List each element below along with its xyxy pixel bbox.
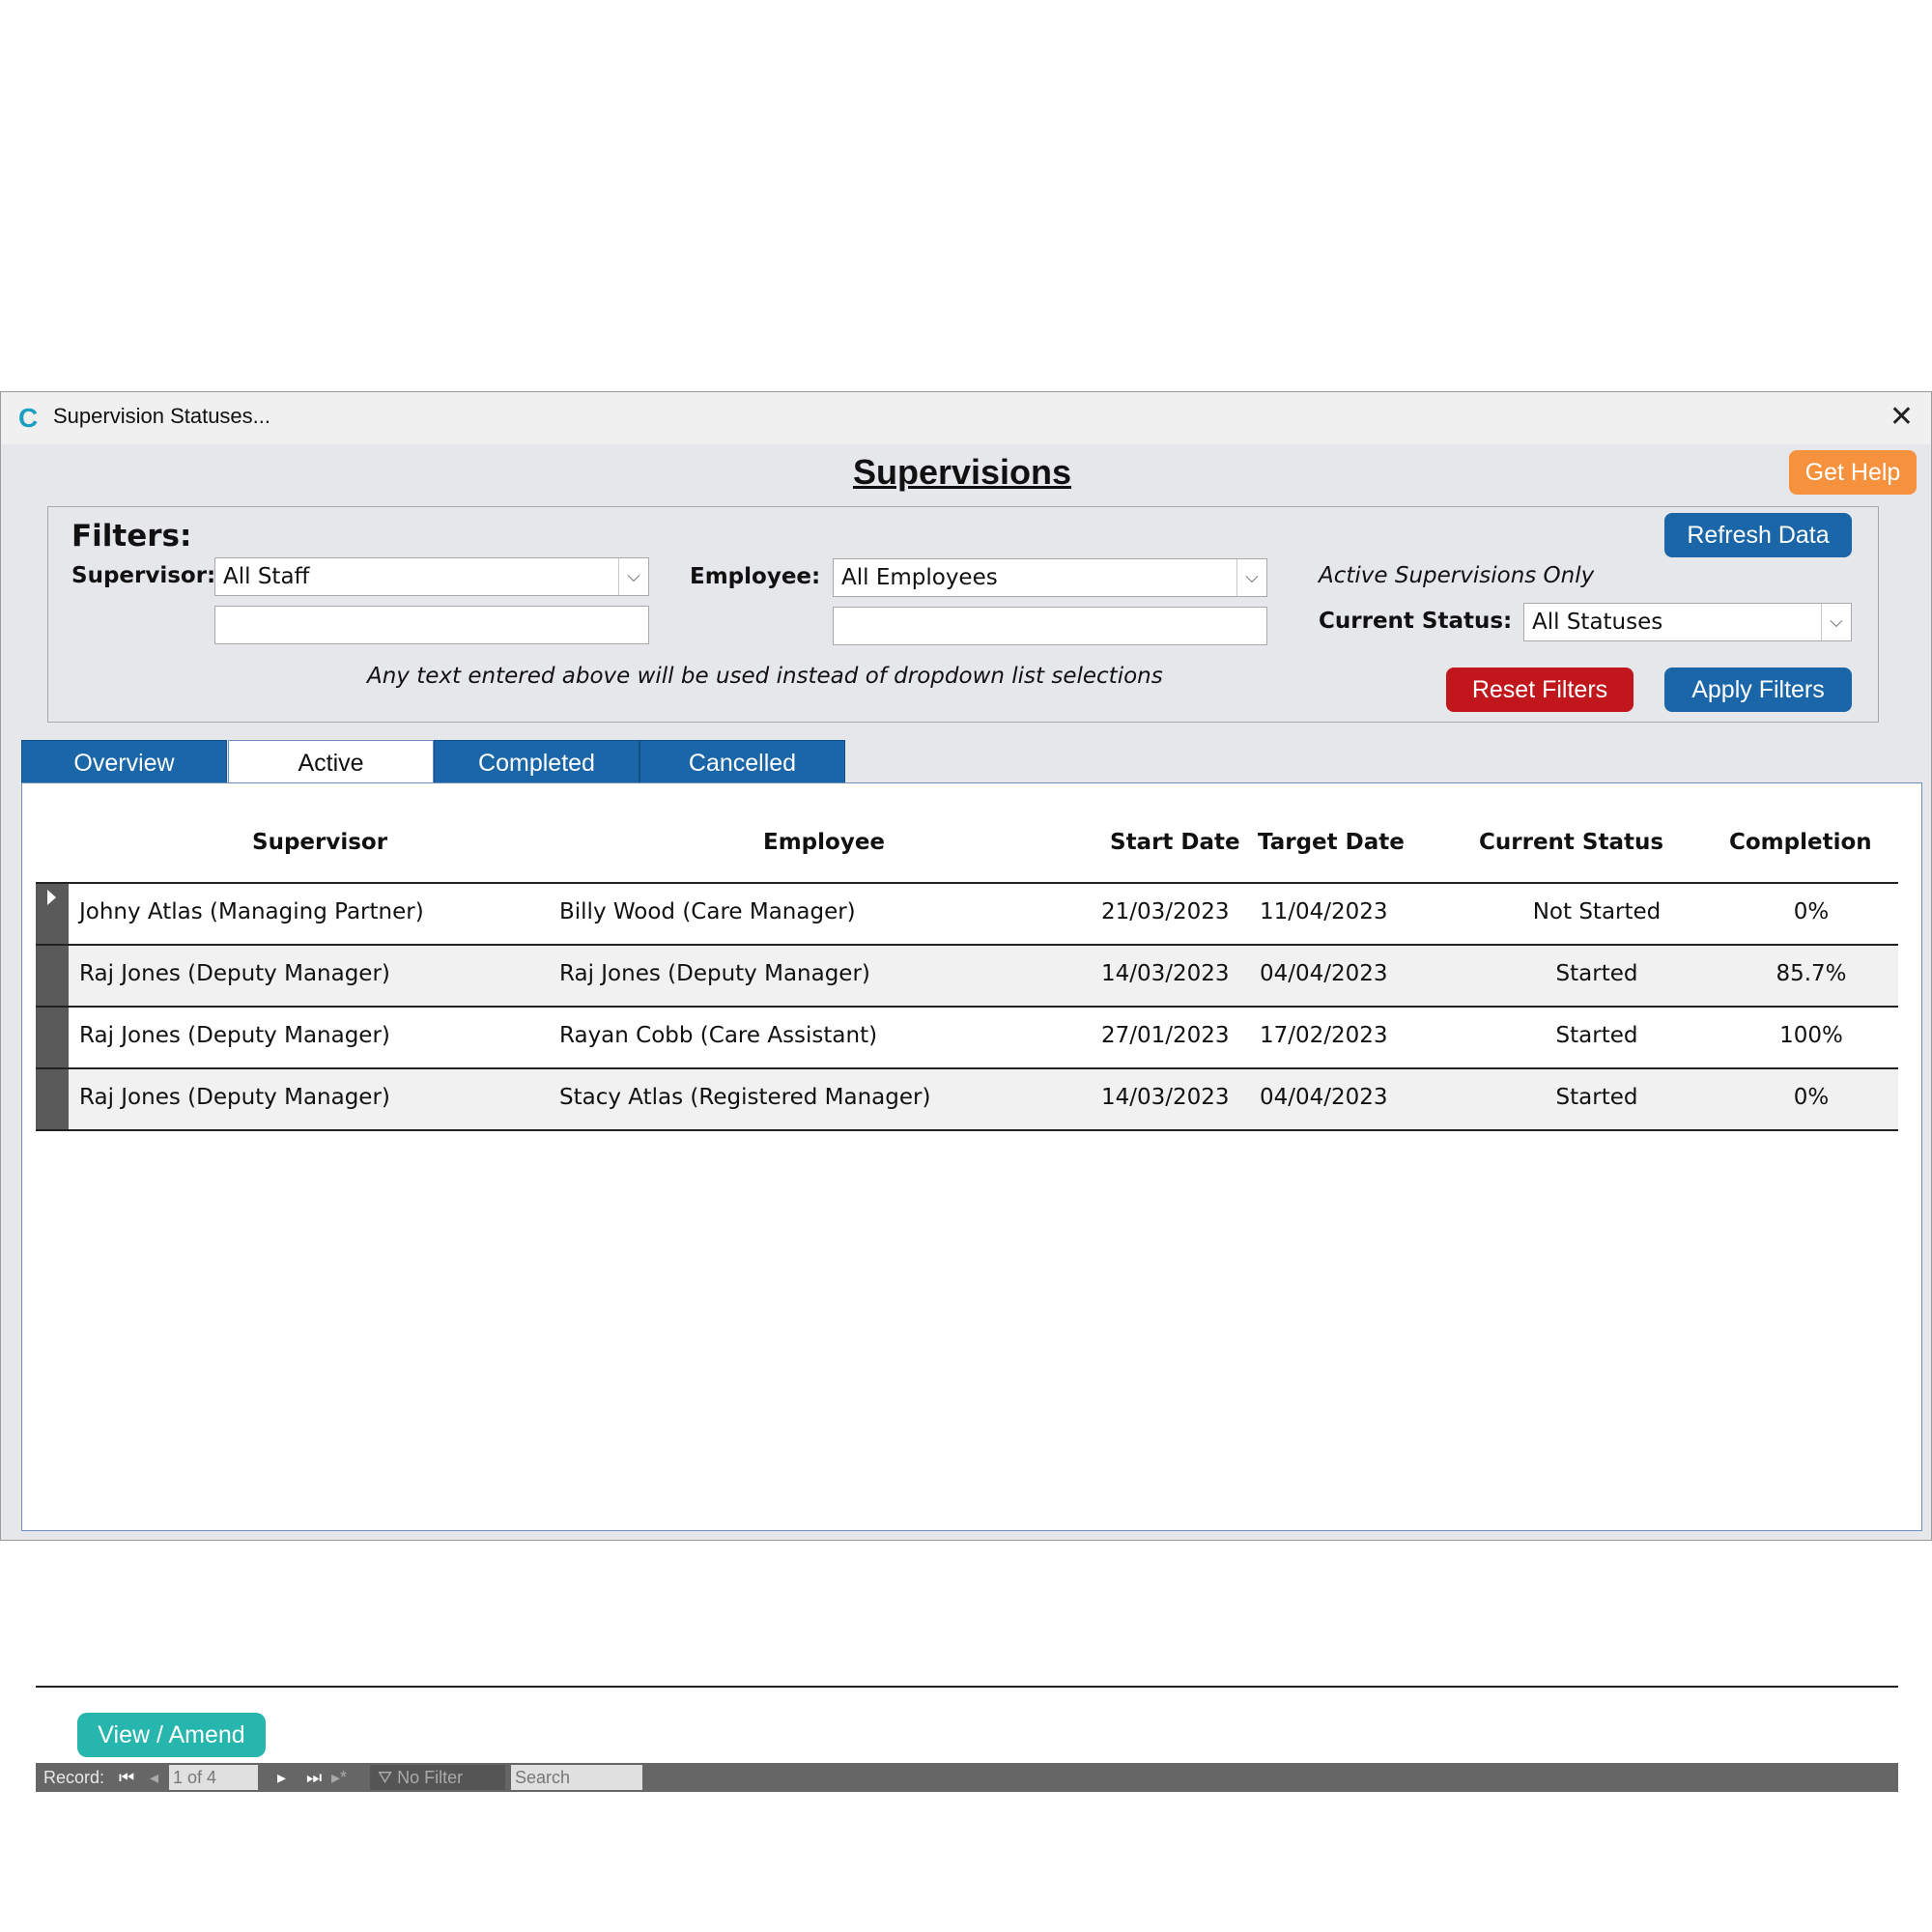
cell-completion: 85.7% — [1776, 961, 1847, 986]
record-navigation-bar: Record: ⏮ ◂ 1 of 4 ▸ ⏭ ▸* ⛛ No Filter Se… — [36, 1763, 1898, 1792]
column-header-employee: Employee — [763, 830, 886, 855]
employee-dropdown[interactable]: All Employees ⌵ — [833, 558, 1267, 597]
cell-employee: Rayan Cobb (Care Assistant) — [559, 1023, 878, 1048]
cell-completion: 100% — [1779, 1023, 1843, 1048]
table-row[interactable]: Raj Jones (Deputy Manager) Rayan Cobb (C… — [36, 1006, 1898, 1067]
cell-start-date: 14/03/2023 — [1101, 1085, 1230, 1110]
filters-panel: Filters: Refresh Data Supervisor: All St… — [47, 506, 1879, 723]
employee-selected: All Employees — [841, 565, 998, 590]
table-row[interactable]: Raj Jones (Deputy Manager) Raj Jones (De… — [36, 944, 1898, 1006]
cell-current-status: Not Started — [1532, 899, 1662, 924]
last-record-icon[interactable]: ⏭ — [306, 1763, 322, 1792]
cell-current-status: Started — [1555, 1085, 1638, 1110]
filter-hint: Any text entered above will be used inst… — [367, 664, 1163, 689]
tab-overview[interactable]: Overview — [21, 740, 227, 784]
cell-current-status: Started — [1555, 1023, 1638, 1048]
cell-start-date: 27/01/2023 — [1101, 1023, 1230, 1048]
record-selector[interactable] — [36, 946, 69, 1006]
chevron-down-icon[interactable]: ⌵ — [618, 558, 648, 595]
cell-employee: Raj Jones (Deputy Manager) — [559, 961, 870, 986]
close-icon[interactable]: ✕ — [1889, 400, 1914, 434]
app-logo-icon: C — [18, 403, 39, 433]
active-supervisions-only-label: Active Supervisions Only — [1319, 563, 1595, 588]
tab-active[interactable]: Active — [228, 740, 434, 786]
filters-heading: Filters: — [71, 519, 192, 554]
record-selector[interactable] — [36, 1008, 69, 1067]
supervisor-selected: All Staff — [223, 564, 310, 589]
column-header-completion: Completion — [1729, 830, 1872, 855]
previous-record-icon[interactable]: ◂ — [150, 1763, 158, 1792]
new-record-icon[interactable]: ▸* — [331, 1763, 347, 1792]
table-row[interactable]: Raj Jones (Deputy Manager) Stacy Atlas (… — [36, 1067, 1898, 1131]
table-row[interactable]: Johny Atlas (Managing Partner) Billy Woo… — [36, 882, 1898, 944]
status-selected: All Statuses — [1532, 610, 1663, 635]
chevron-down-icon[interactable]: ⌵ — [1821, 604, 1851, 640]
current-status-label: Current Status: — [1319, 609, 1513, 634]
view-amend-button[interactable]: View / Amend — [77, 1713, 266, 1757]
footer-divider — [36, 1686, 1898, 1688]
supervisor-text-input[interactable] — [214, 606, 649, 644]
employee-text-input[interactable] — [833, 607, 1267, 645]
cell-target-date: 04/04/2023 — [1260, 961, 1388, 986]
search-input[interactable]: Search — [511, 1765, 642, 1790]
active-supervisions-panel: Supervisor Employee Start Date Target Da… — [21, 782, 1922, 1792]
filter-icon: ⛛ — [378, 1768, 398, 1787]
cell-target-date: 11/04/2023 — [1260, 899, 1388, 924]
record-selector[interactable] — [36, 1069, 69, 1129]
apply-filters-button[interactable]: Apply Filters — [1664, 668, 1852, 712]
record-position[interactable]: 1 of 4 — [169, 1765, 258, 1790]
reset-filters-button[interactable]: Reset Filters — [1446, 668, 1634, 712]
cell-supervisor: Johny Atlas (Managing Partner) — [79, 899, 424, 924]
employee-label: Employee: — [690, 564, 821, 589]
cell-supervisor: Raj Jones (Deputy Manager) — [79, 961, 390, 986]
record-selector[interactable] — [36, 884, 69, 944]
filter-toggle[interactable]: ⛛ No Filter — [370, 1765, 505, 1790]
get-help-button[interactable]: Get Help — [1789, 450, 1917, 495]
cell-completion: 0% — [1793, 1085, 1830, 1110]
column-header-target-date: Target Date — [1258, 830, 1405, 855]
cell-completion: 0% — [1793, 899, 1830, 924]
supervisor-dropdown[interactable]: All Staff ⌵ — [214, 557, 649, 596]
page-title: Supervisions — [852, 452, 1072, 492]
chevron-down-icon[interactable]: ⌵ — [1236, 559, 1266, 596]
window-title: Supervision Statuses... — [53, 404, 271, 428]
cell-employee: Billy Wood (Care Manager) — [559, 899, 856, 924]
cell-supervisor: Raj Jones (Deputy Manager) — [79, 1023, 390, 1048]
cell-target-date: 17/02/2023 — [1260, 1023, 1388, 1048]
supervision-statuses-window: C Supervision Statuses... ✕ Supervisions… — [0, 391, 1932, 1792]
column-header-start-date: Start Date — [1110, 830, 1240, 855]
supervisor-label: Supervisor: — [71, 563, 216, 588]
current-record-icon — [47, 890, 56, 905]
title-bar: C Supervision Statuses... ✕ — [1, 392, 1931, 444]
column-header-current-status: Current Status — [1479, 830, 1664, 855]
record-label: Record: — [43, 1768, 105, 1787]
column-header-supervisor: Supervisor — [252, 830, 388, 855]
refresh-data-button[interactable]: Refresh Data — [1664, 513, 1852, 557]
tab-completed[interactable]: Completed — [434, 740, 639, 784]
no-filter-label: No Filter — [397, 1768, 464, 1787]
cell-employee: Stacy Atlas (Registered Manager) — [559, 1085, 931, 1110]
status-dropdown[interactable]: All Statuses ⌵ — [1523, 603, 1852, 641]
first-record-icon[interactable]: ⏮ — [119, 1763, 134, 1792]
cell-supervisor: Raj Jones (Deputy Manager) — [79, 1085, 390, 1110]
cell-start-date: 14/03/2023 — [1101, 961, 1230, 986]
cell-target-date: 04/04/2023 — [1260, 1085, 1388, 1110]
cell-current-status: Started — [1555, 961, 1638, 986]
tab-cancelled[interactable]: Cancelled — [639, 740, 845, 784]
next-record-icon[interactable]: ▸ — [277, 1763, 286, 1792]
cell-start-date: 21/03/2023 — [1101, 899, 1230, 924]
